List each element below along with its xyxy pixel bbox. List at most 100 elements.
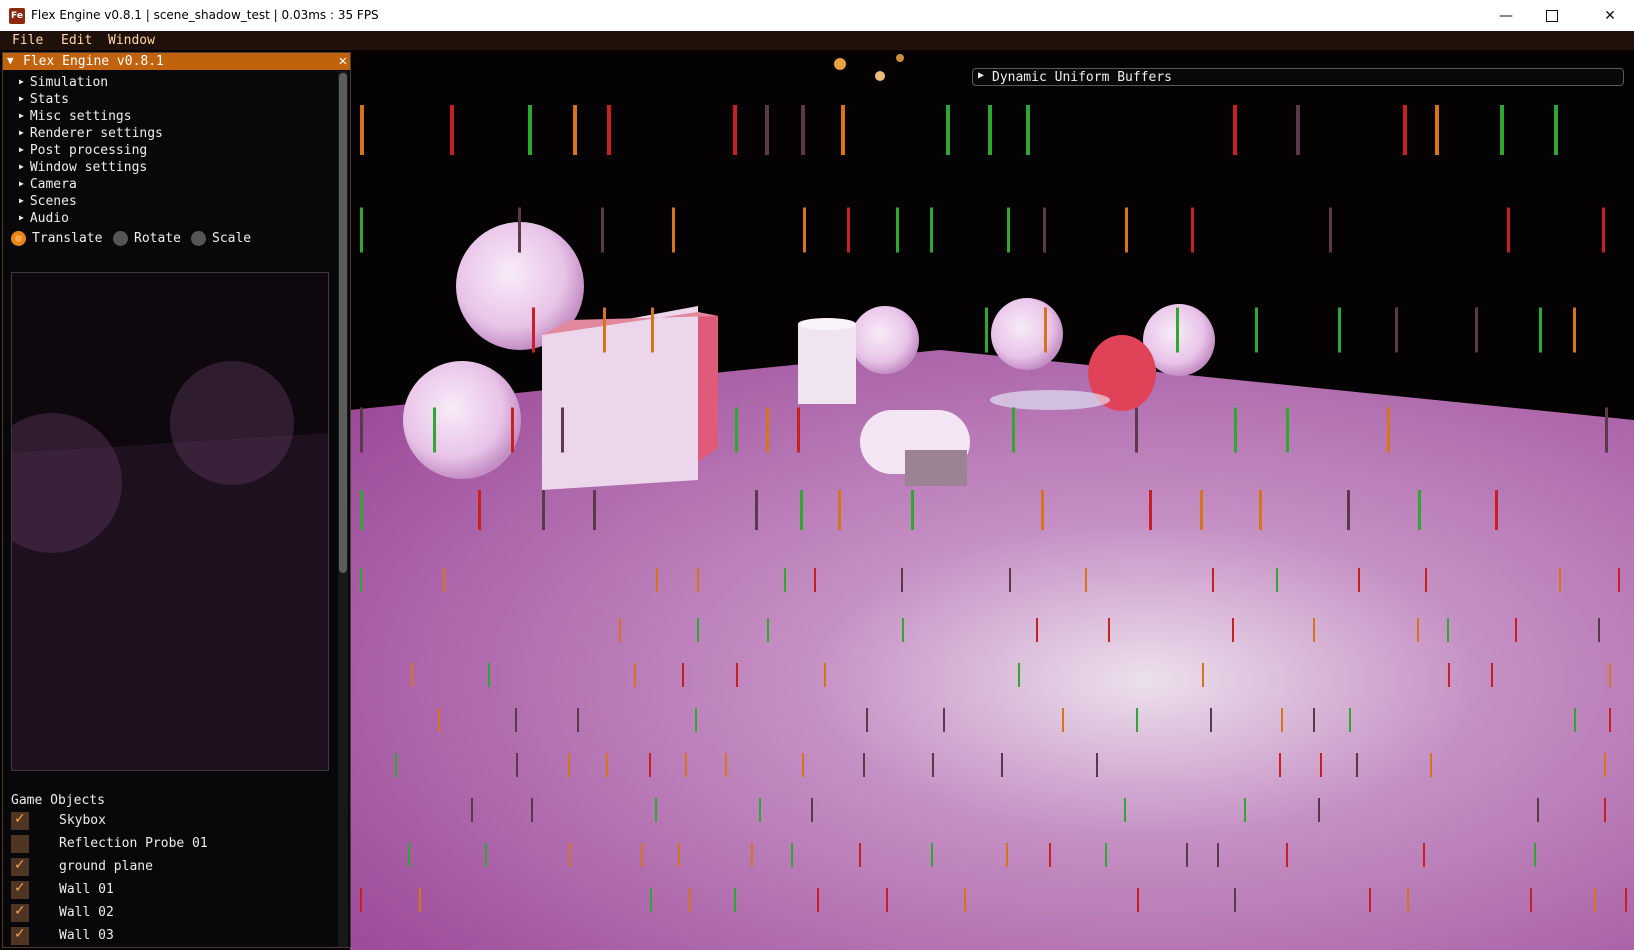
- debug-bar: [1447, 618, 1449, 642]
- debug-bar: [1604, 753, 1606, 777]
- tree-item-simulation[interactable]: ▶ Simulation: [19, 75, 108, 91]
- debug-bar: [1602, 207, 1605, 253]
- visibility-checkbox[interactable]: [11, 926, 29, 945]
- debug-bar: [619, 618, 621, 642]
- debug-bar: [902, 618, 904, 642]
- debug-bar: [838, 490, 841, 530]
- visibility-checkbox[interactable]: [11, 903, 29, 922]
- collapse-arrow-icon[interactable]: ▼: [7, 54, 14, 67]
- cylinder: [798, 324, 856, 404]
- game-object-name[interactable]: Wall 02: [59, 905, 114, 920]
- debug-bar: [1105, 843, 1107, 867]
- radio-label: Rotate: [134, 231, 181, 246]
- debug-bar: [1554, 105, 1558, 155]
- debug-bar: [1418, 490, 1421, 530]
- debug-bar: [1448, 663, 1450, 687]
- debug-bar: [1609, 663, 1611, 687]
- debug-bar: [1618, 568, 1620, 592]
- game-object-name[interactable]: Wall 01: [59, 882, 114, 897]
- debug-bar: [1625, 888, 1627, 912]
- debug-bar: [689, 888, 691, 912]
- panel-close-icon[interactable]: ✕: [339, 53, 347, 69]
- debug-bar: [408, 843, 410, 867]
- dynamic-uniform-buffers-header[interactable]: ▶ Dynamic Uniform Buffers: [972, 68, 1624, 86]
- panel-scrollbar[interactable]: [338, 71, 348, 947]
- debug-bar: [1006, 843, 1008, 867]
- tree-item-misc-settings[interactable]: ▶ Misc settings: [19, 109, 132, 125]
- debug-bar: [607, 105, 611, 155]
- debug-bar: [395, 753, 397, 777]
- radio-translate[interactable]: Translate: [11, 231, 102, 249]
- debug-bar: [649, 753, 651, 777]
- debug-bar: [1338, 307, 1341, 353]
- debug-bar: [1001, 753, 1003, 777]
- dynamic-uniform-buffers-label: Dynamic Uniform Buffers: [992, 70, 1173, 85]
- debug-bar: [930, 207, 933, 253]
- debug-bar: [1515, 618, 1517, 642]
- debug-bar: [1356, 753, 1358, 777]
- menu-edit[interactable]: Edit: [61, 33, 92, 48]
- visibility-checkbox[interactable]: [11, 811, 29, 830]
- menu-file[interactable]: File: [12, 33, 43, 48]
- radio-dot: [113, 231, 128, 246]
- tree-item-label: Misc settings: [29, 109, 132, 124]
- debug-bar: [601, 207, 604, 253]
- debug-bar: [651, 307, 654, 353]
- visibility-checkbox[interactable]: [11, 857, 29, 876]
- debug-bar: [943, 708, 945, 732]
- tree-item-renderer-settings[interactable]: ▶ Renderer settings: [19, 126, 163, 142]
- radio-scale[interactable]: Scale: [191, 231, 251, 249]
- debug-bar: [1609, 708, 1611, 732]
- visibility-checkbox[interactable]: [11, 880, 29, 899]
- debug-bar: [682, 663, 684, 687]
- debug-bar: [1358, 568, 1360, 592]
- debug-bar: [1320, 753, 1322, 777]
- debug-bar: [1574, 708, 1576, 732]
- maximize-button[interactable]: [1529, 0, 1575, 31]
- window-titlebar: Fe Flex Engine v0.8.1 | scene_shadow_tes…: [0, 0, 1634, 31]
- debug-bar: [1530, 888, 1532, 912]
- debug-bar: [765, 105, 769, 155]
- tree-item-label: Post processing: [29, 143, 148, 158]
- tree-item-window-settings[interactable]: ▶ Window settings: [19, 160, 147, 176]
- debug-bar: [1329, 207, 1332, 253]
- debug-bar: [1149, 490, 1152, 530]
- debug-bar: [672, 207, 675, 253]
- debug-bar: [360, 407, 363, 453]
- debug-bar: [932, 753, 934, 777]
- game-object-name[interactable]: Skybox: [59, 813, 106, 828]
- debug-bar: [634, 663, 636, 687]
- debug-bar: [1500, 105, 1504, 155]
- debug-bar: [1136, 708, 1138, 732]
- debug-bar: [767, 618, 769, 642]
- debug-bar: [1137, 888, 1139, 912]
- tree-item-camera[interactable]: ▶ Camera: [19, 177, 77, 193]
- debug-bar: [734, 888, 736, 912]
- game-object-name[interactable]: Wall 03: [59, 928, 114, 943]
- panel-header[interactable]: ▼ Flex Engine v0.8.1 ✕: [3, 53, 350, 70]
- tree-item-stats[interactable]: ▶ Stats: [19, 92, 69, 108]
- radio-rotate[interactable]: Rotate: [113, 231, 181, 249]
- debug-bar: [515, 708, 517, 732]
- tree-item-post-processing[interactable]: ▶ Post processing: [19, 143, 147, 159]
- minimize-button[interactable]: —: [1483, 0, 1529, 31]
- debug-bar: [803, 207, 806, 253]
- debug-bar: [1407, 888, 1409, 912]
- menu-window[interactable]: Window: [108, 33, 155, 48]
- expand-arrow-icon: ▶: [19, 128, 24, 137]
- close-window-button[interactable]: ✕: [1587, 0, 1633, 31]
- debug-bar: [1425, 568, 1427, 592]
- debug-bar: [1296, 105, 1300, 155]
- game-object-name[interactable]: ground plane: [59, 859, 153, 874]
- debug-bar: [1369, 888, 1371, 912]
- debug-bar: [1233, 105, 1237, 155]
- debug-bar: [1007, 207, 1010, 253]
- visibility-checkbox[interactable]: [11, 835, 29, 853]
- scrollbar-thumb[interactable]: [339, 73, 347, 573]
- debug-bar: [901, 568, 903, 592]
- tree-item-audio[interactable]: ▶ Audio: [19, 211, 69, 227]
- debug-bar: [1212, 568, 1214, 592]
- debug-bar: [1537, 798, 1539, 822]
- tree-item-scenes[interactable]: ▶ Scenes: [19, 194, 77, 210]
- game-object-name[interactable]: Reflection Probe 01: [59, 836, 208, 851]
